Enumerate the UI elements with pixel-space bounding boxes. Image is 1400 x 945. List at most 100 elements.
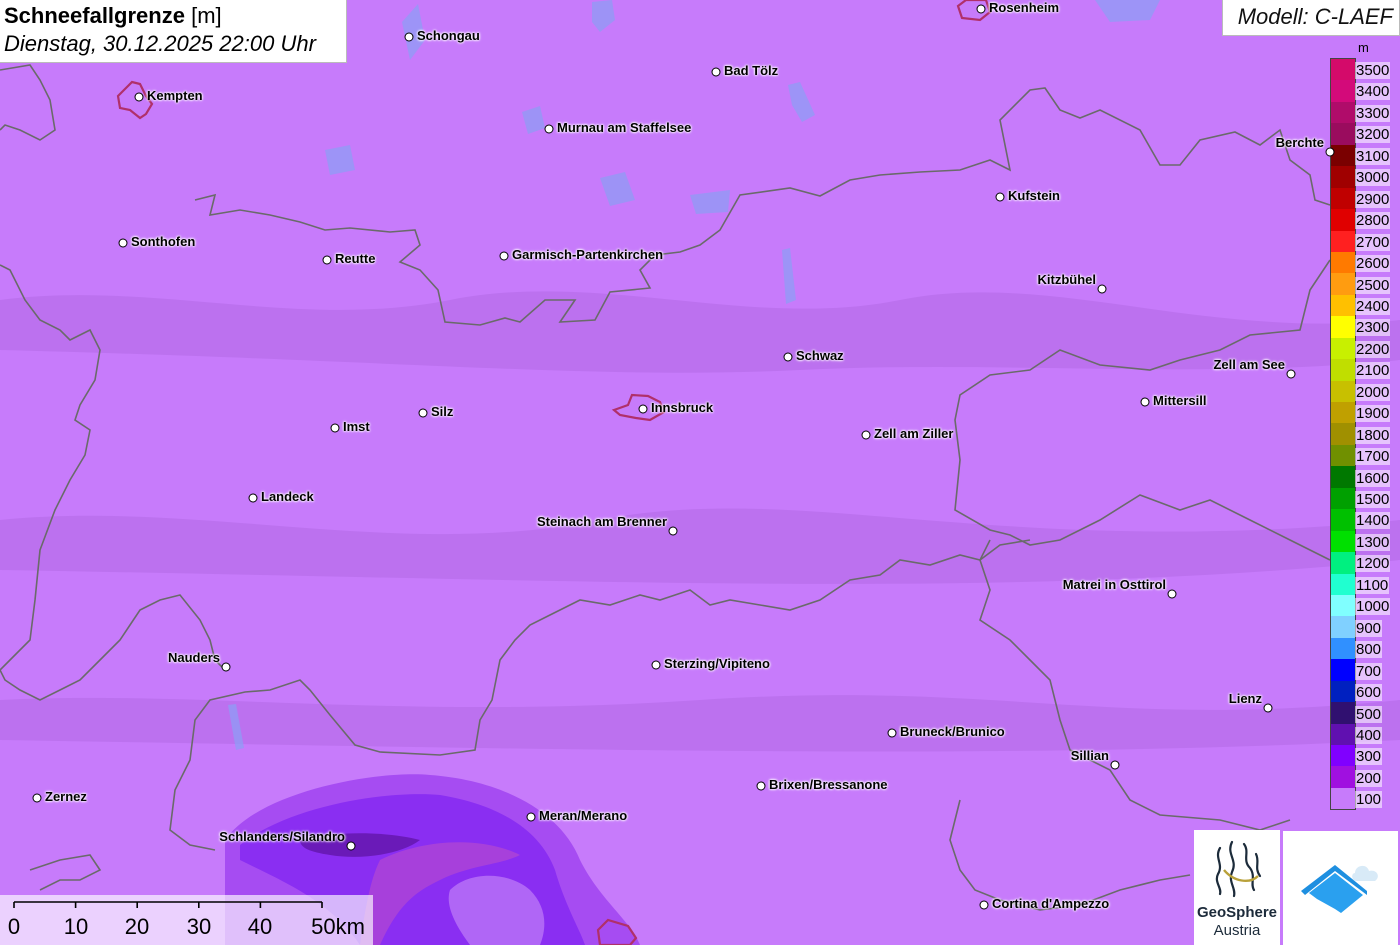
city-label: Berchte (1275, 135, 1324, 150)
city-marker-icon (756, 781, 766, 791)
legend-label: 1100 (1355, 576, 1390, 594)
city-marker-icon (404, 32, 414, 42)
legend-label: 2200 (1355, 340, 1391, 358)
city-label: Landeck (261, 489, 314, 504)
legend-label: 3100 (1355, 147, 1391, 165)
city-label: Kempten (147, 88, 203, 103)
legend-label: 1400 (1355, 512, 1391, 530)
city-marker-icon (1097, 284, 1107, 294)
legend-swatch (1331, 380, 1355, 402)
legend-label: 1700 (1355, 448, 1391, 466)
scale-label-50km: 50km (311, 914, 365, 939)
city-label: Nauders (167, 650, 220, 665)
city-label: Garmisch-Partenkirchen (512, 247, 664, 262)
legend-swatch (1331, 187, 1355, 210)
legend-swatch (1331, 273, 1355, 295)
city-label: Bad Tölz (724, 63, 779, 78)
city-marker-icon (668, 526, 678, 536)
city-label: Kufstein (1008, 188, 1060, 203)
legend-swatch (1331, 123, 1355, 145)
city-label: Brixen/Bressanone (769, 777, 888, 792)
legend-label: 1300 (1355, 533, 1391, 551)
legend-swatch (1331, 144, 1355, 167)
model-box: Modell: C-LAEF (1222, 0, 1400, 36)
city-label: Lienz (1228, 691, 1262, 706)
city-marker-icon (499, 251, 509, 261)
city-label: Sillian (1070, 748, 1109, 763)
title-box: Schneefallgrenze [m] Dienstag, 30.12.202… (0, 0, 347, 63)
map-title-main: Schneefallgrenze (4, 3, 185, 28)
legend-swatch (1331, 466, 1355, 488)
legend-swatch (1331, 101, 1355, 124)
city-marker-icon (322, 255, 332, 265)
legend-swatch (1331, 316, 1355, 338)
legend-swatch (1331, 230, 1355, 252)
city-marker-icon (979, 900, 989, 910)
legend-colorbar (1330, 58, 1356, 811)
legend-label: 1200 (1355, 555, 1391, 573)
legend-label: 1500 (1355, 491, 1391, 508)
city-label: Schongau (417, 28, 480, 43)
scale-label-10: 10 (63, 914, 89, 939)
city-marker-icon (1286, 369, 1296, 379)
legend-label: 700 (1355, 662, 1383, 680)
city-marker-icon (544, 124, 554, 134)
city-label: Schlanders/Silandro (219, 829, 345, 844)
snowfall-line-map[interactable] (0, 0, 1400, 945)
city-label: Steinach am Brenner (536, 514, 667, 529)
legend-swatch (1331, 337, 1355, 360)
legend-label: 300 (1355, 748, 1383, 766)
city-marker-icon (638, 404, 648, 414)
legend-label: 1000 (1355, 598, 1391, 616)
city-marker-icon (783, 352, 793, 362)
legend-swatch (1331, 59, 1355, 81)
legend-label: 900 (1355, 619, 1383, 637)
city-label: Meran/Merano (539, 808, 628, 823)
legend-label: 3000 (1355, 169, 1391, 187)
city-label: Schwaz (796, 348, 844, 363)
weather-app-logo[interactable] (1283, 831, 1398, 945)
city-label: Zell am See (1213, 357, 1285, 372)
city-marker-icon (526, 812, 536, 822)
legend-swatch (1331, 80, 1355, 102)
city-marker-icon (118, 238, 128, 248)
city-marker-icon (651, 660, 661, 670)
map-datetime: Dienstag, 30.12.2025 22:00 Uhr (4, 31, 316, 56)
city-label: Cortina d'Ampezzo (992, 896, 1110, 911)
legend-label: 2000 (1355, 383, 1391, 401)
legend-swatch (1331, 402, 1355, 424)
legend-label: 2600 (1355, 255, 1391, 273)
city-marker-icon (134, 92, 144, 102)
legend-swatch (1331, 359, 1355, 381)
scale-label-40: 40 (247, 914, 273, 939)
scale-label-20: 20 (124, 914, 150, 939)
legend-swatch (1331, 637, 1355, 660)
weather-app-logo-icon (1301, 865, 1378, 913)
city-marker-icon (1167, 589, 1177, 599)
legend-swatch (1331, 487, 1355, 510)
legend-swatch (1331, 552, 1355, 574)
city-marker-icon (418, 408, 428, 418)
city-label: Bruneck/Brunico (900, 724, 1005, 739)
legend-label: 2400 (1355, 297, 1391, 315)
city-marker-icon (1263, 703, 1273, 713)
legend-swatch (1331, 787, 1355, 810)
legend-swatch (1331, 680, 1355, 703)
map-title-unit: [m] (191, 3, 222, 28)
legend-label: 2100 (1355, 362, 1391, 380)
legend-swatch (1331, 166, 1355, 188)
city-marker-icon (330, 423, 340, 433)
legend-swatch (1331, 745, 1355, 767)
legend-label: 800 (1355, 641, 1383, 659)
map-background (0, 0, 1400, 945)
legend-swatch (1331, 509, 1355, 531)
legend-label: 3200 (1355, 126, 1391, 144)
city-label: Sonthofen (131, 234, 196, 249)
legend-swatch (1331, 251, 1355, 274)
legend-swatch (1331, 444, 1355, 467)
geosphere-logo[interactable]: GeoSphere Austria (1194, 830, 1280, 945)
city-label: Sterzing/Vipiteno (664, 656, 770, 671)
legend-swatch (1331, 294, 1355, 317)
legend-label: 2500 (1355, 276, 1391, 294)
model-label: Modell: C-LAEF (1237, 4, 1393, 29)
